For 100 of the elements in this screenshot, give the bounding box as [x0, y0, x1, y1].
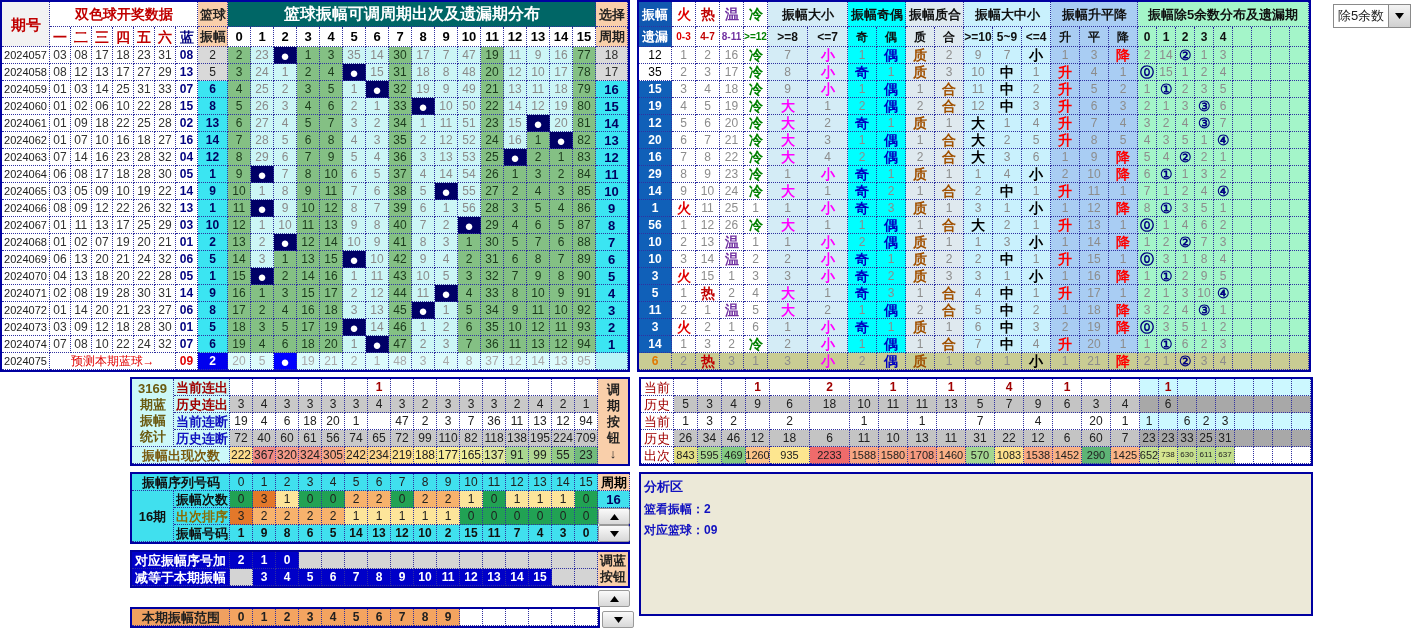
table-cell: 13: [92, 217, 113, 234]
table-cell: 大: [964, 115, 993, 132]
table-cell: 5: [198, 64, 228, 81]
table-cell: 6: [596, 251, 628, 268]
table-cell: 1083: [995, 447, 1024, 464]
table-cell: 85: [573, 183, 596, 200]
column-header: 4: [1214, 27, 1233, 47]
table-cell: 25: [113, 81, 134, 98]
table-cell: 10: [414, 525, 437, 542]
table-cell: 6: [198, 81, 228, 98]
table-cell: 91: [506, 447, 529, 464]
table-cell: 1: [1022, 251, 1051, 268]
table-cell: 3: [299, 609, 322, 626]
table-cell: 11: [297, 217, 320, 234]
table-cell: 26: [134, 200, 155, 217]
table-cell: 3: [935, 268, 964, 285]
table-cell: 1460: [937, 447, 966, 464]
scroll-down-button[interactable]: [598, 525, 630, 542]
table-cell: 12: [504, 353, 527, 370]
table-cell: 4: [435, 251, 458, 268]
table-cell: 3: [744, 268, 768, 285]
table-cell: ●: [550, 132, 573, 149]
scroll-down-button[interactable]: [602, 611, 634, 628]
table-cell: 1: [1138, 234, 1157, 251]
dropdown[interactable]: 除5余数: [1333, 4, 1412, 28]
table-cell: ●: [458, 217, 481, 234]
table-cell: 8: [198, 302, 228, 319]
table-cell: 14: [639, 183, 672, 200]
table-cell: 15: [297, 285, 320, 302]
table-cell: 7: [506, 525, 529, 542]
table-cell: 637: [1216, 447, 1235, 464]
table-cell: 81: [573, 115, 596, 132]
table-cell: 10: [320, 166, 343, 183]
table-cell: 3: [297, 81, 320, 98]
table-cell: 2: [274, 268, 297, 285]
table-cell: 0: [575, 508, 598, 525]
table-cell: 78: [573, 64, 596, 81]
table-cell: 9: [527, 47, 550, 64]
grid-cell: [1290, 268, 1309, 285]
table-cell: 1: [1159, 379, 1178, 396]
table-cell: 3: [343, 115, 366, 132]
table-cell: 8: [414, 609, 437, 626]
table-cell: 1: [639, 200, 672, 217]
table-cell: 降: [1109, 234, 1138, 251]
table-cell: 21: [320, 353, 343, 370]
table-cell: 19: [720, 98, 744, 115]
table-cell: ●: [274, 47, 297, 64]
adjust-ball-button[interactable]: 调蓝按钮: [598, 552, 628, 586]
table-cell: 3: [720, 353, 744, 370]
table-cell: 77: [573, 47, 596, 64]
table-cell: 20: [322, 413, 345, 430]
table-cell: 小: [808, 353, 848, 370]
table-cell: 2024060: [2, 98, 50, 115]
table-cell: 01: [50, 217, 71, 234]
table-cell: 1: [906, 285, 935, 302]
table-cell: 0: [575, 525, 598, 542]
table-cell: 2024071: [2, 285, 50, 302]
table-cell: 08: [71, 166, 92, 183]
table-cell: 14: [320, 234, 343, 251]
table-cell: 4: [253, 396, 276, 413]
table-cell: 26: [481, 166, 504, 183]
table-cell: 5: [297, 115, 320, 132]
table-cell: 94: [575, 413, 598, 430]
table-cell: 3: [435, 336, 458, 353]
table-cell: 1: [345, 508, 368, 525]
table-cell: 7: [391, 609, 414, 626]
column-header: 五: [134, 27, 155, 47]
row-label: 历史连断: [174, 430, 230, 447]
table-cell: 09: [71, 319, 92, 336]
table-cell: 55: [552, 447, 575, 464]
table-cell: 2: [1051, 319, 1080, 336]
table-cell: 1: [1051, 302, 1080, 319]
table-cell: 14: [366, 319, 389, 336]
table-cell: 1: [198, 166, 228, 183]
table-cell: 24: [720, 183, 744, 200]
table-cell: 2: [345, 491, 368, 508]
table-cell: 22: [134, 268, 155, 285]
table-cell: 32: [155, 251, 176, 268]
table-cell: 7: [993, 47, 1022, 64]
scroll-up-button[interactable]: [598, 508, 630, 525]
table-cell: 14: [366, 47, 389, 64]
scroll-up-button[interactable]: [598, 590, 630, 607]
table-cell: 2: [506, 396, 529, 413]
table-cell: 7: [412, 217, 435, 234]
table-cell: 1: [672, 336, 696, 353]
table-cell: 2: [720, 285, 744, 302]
table-cell: 2: [276, 508, 299, 525]
table-cell: 质: [906, 251, 935, 268]
table-cell: 偶: [877, 81, 906, 98]
table-cell: 1: [1051, 268, 1080, 285]
table-cell: 843: [674, 447, 698, 464]
table-cell: 2: [1051, 166, 1080, 183]
table-cell: 1: [935, 319, 964, 336]
table-cell: 2: [808, 302, 848, 319]
table-cell: 1: [1214, 149, 1233, 166]
adjust-period-button[interactable]: 调期按钮↓: [598, 379, 628, 464]
column-header: 质: [906, 27, 935, 47]
table-cell: 2024069: [2, 251, 50, 268]
table-cell: 小: [1022, 47, 1051, 64]
table-cell: 33: [1178, 430, 1197, 447]
